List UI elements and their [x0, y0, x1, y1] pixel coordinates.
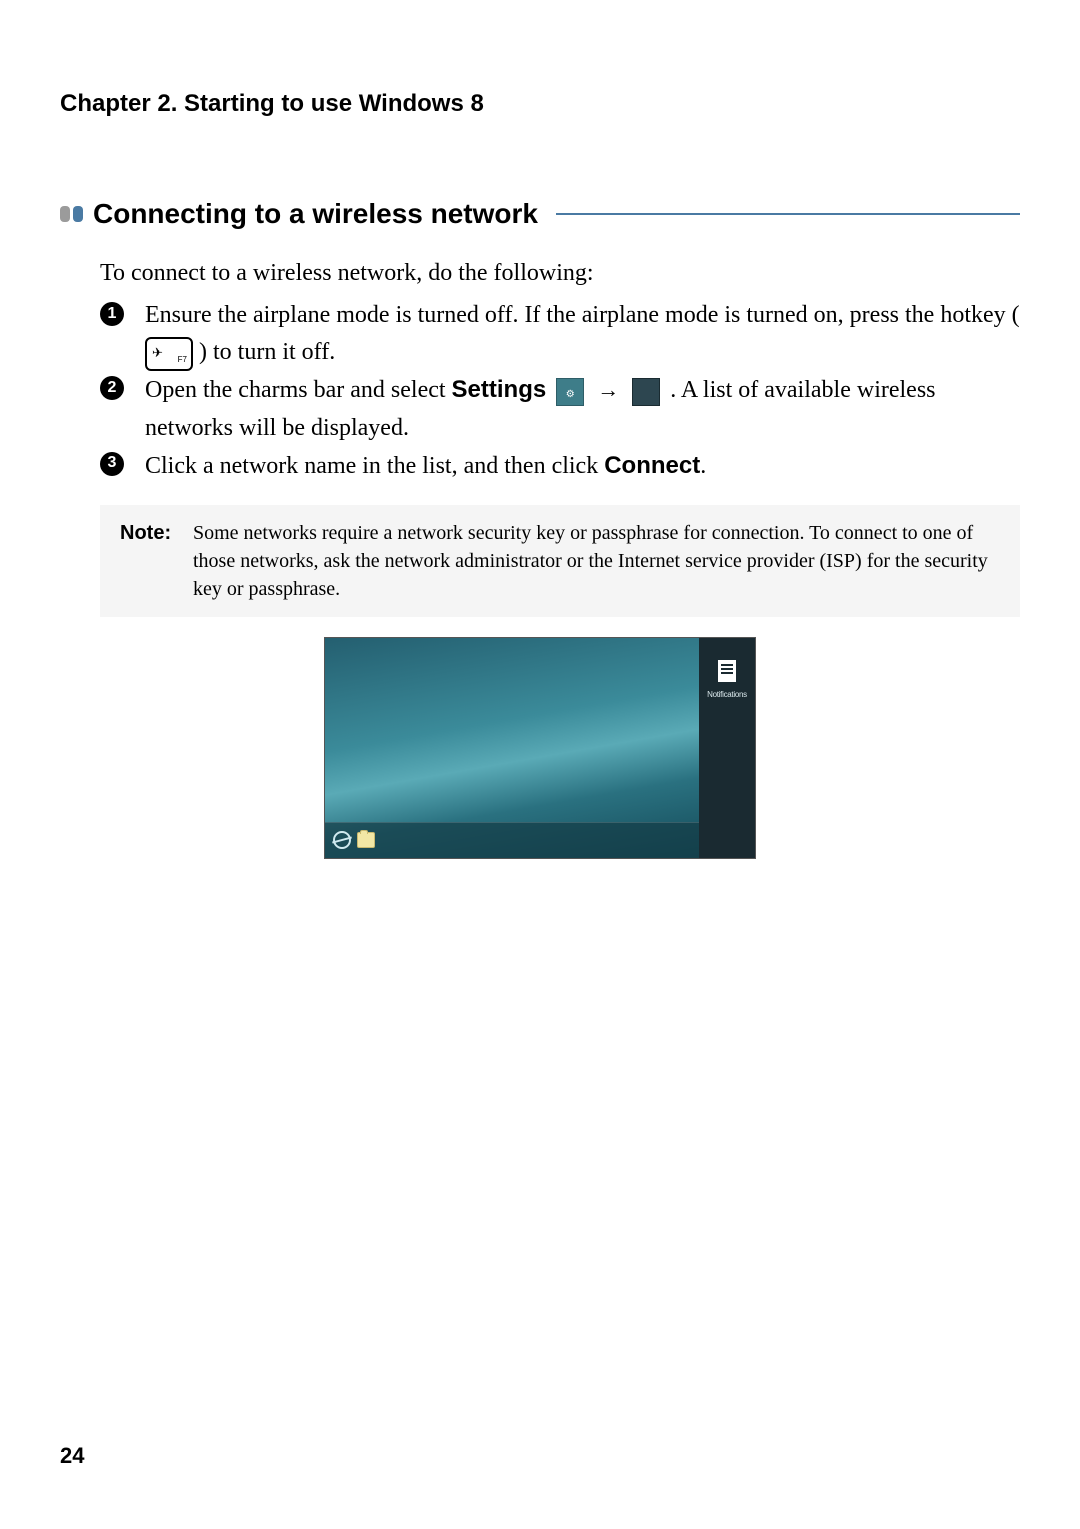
- network-tile-icon: [632, 378, 660, 406]
- step-number-1: 1: [100, 302, 124, 326]
- section-bullet-decoration: [60, 206, 83, 222]
- step-2: 2 Open the charms bar and select Setting…: [100, 371, 1020, 446]
- notifications-icon: [718, 660, 736, 682]
- step-number-3: 3: [100, 452, 124, 476]
- desktop-area: [325, 638, 699, 858]
- step-3-text-a: Click a network name in the list, and th…: [145, 453, 604, 479]
- step-number-2: 2: [100, 376, 124, 400]
- steps-list: 1 Ensure the airplane mode is turned off…: [100, 297, 1020, 485]
- step-1-text-b: ) to turn it off.: [199, 339, 335, 365]
- step-1-text-a: Ensure the airplane mode is turned off. …: [145, 302, 1020, 328]
- hotkey-fn-label: F7: [178, 354, 187, 366]
- taskbar: [325, 822, 699, 858]
- section-rule: [556, 213, 1020, 215]
- section-title-row: Connecting to a wireless network: [60, 198, 1020, 230]
- note-text: Some networks require a network security…: [193, 519, 1000, 603]
- explorer-taskbar-icon: [357, 829, 375, 851]
- step-1: 1 Ensure the airplane mode is turned off…: [100, 297, 1020, 371]
- gear-icon: ⚙: [566, 387, 575, 403]
- step-3: 3 Click a network name in the list, and …: [100, 447, 1020, 485]
- section-title: Connecting to a wireless network: [93, 198, 538, 230]
- settings-sidebar: Notifications: [699, 638, 755, 858]
- note-label: Note:: [120, 519, 171, 547]
- intro-text: To connect to a wireless network, do the…: [100, 260, 1020, 287]
- airplane-icon: ✈: [152, 343, 163, 363]
- arrow-icon: →: [597, 377, 619, 402]
- desktop-screenshot: Notifications: [325, 638, 755, 858]
- document-page: Chapter 2. Starting to use Windows 8 Con…: [0, 0, 1080, 1529]
- page-number: 24: [60, 1443, 84, 1469]
- airplane-hotkey-icon: ✈ F7: [145, 337, 193, 371]
- note-box: Note: Some networks require a network se…: [100, 505, 1020, 617]
- screenshot-illustration: Notifications: [324, 637, 756, 859]
- settings-charm-icon: ⚙: [556, 378, 584, 406]
- connect-label: Connect: [604, 452, 700, 479]
- step-2-text-a: Open the charms bar and select: [145, 377, 452, 403]
- ie-taskbar-icon: [333, 829, 351, 851]
- chapter-header: Chapter 2. Starting to use Windows 8: [60, 90, 1020, 118]
- notifications-label: Notifications: [707, 690, 747, 699]
- settings-label: Settings: [452, 376, 547, 403]
- step-3-text-b: .: [700, 453, 706, 479]
